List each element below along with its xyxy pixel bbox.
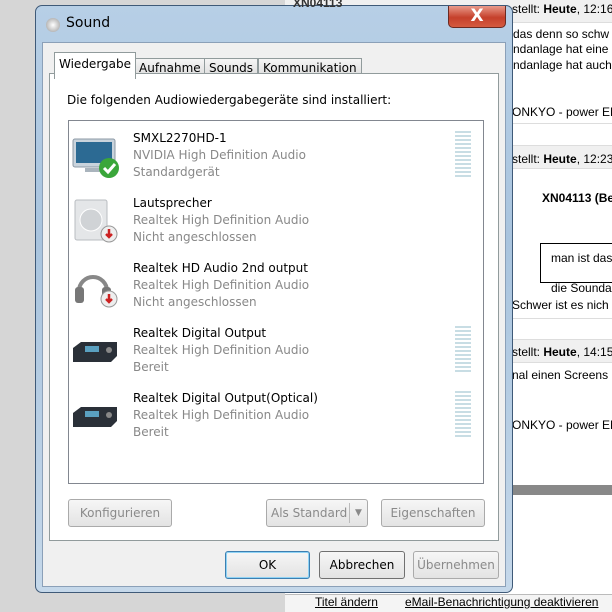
dialog-title: Sound — [66, 15, 111, 31]
device-driver: NVIDIA High Definition Audio — [133, 148, 306, 162]
post-text: ndanlage hat auch — [513, 58, 612, 72]
headphones-icon — [75, 275, 118, 308]
sound-icon — [46, 18, 60, 32]
post-signature: ONKYO - power EM — [512, 105, 612, 119]
volume-meter — [455, 326, 471, 374]
sound-dialog: Sound X Wiedergabe Aufnahme Sounds Kommu… — [35, 5, 513, 593]
volume-meter — [455, 131, 471, 179]
email-notification-link[interactable]: eMail-Benachrichtigung deaktivieren — [405, 595, 598, 609]
change-title-link[interactable]: Titel ändern — [315, 595, 378, 609]
cancel-button[interactable]: Abbrechen — [319, 551, 405, 579]
quote-text: man ist das — [551, 251, 612, 265]
device-item[interactable]: Realtek Digital Output Realtek High Defi… — [69, 316, 479, 381]
set-default-button[interactable]: Als Standard ▼ — [266, 499, 368, 527]
device-item[interactable]: Lautsprecher Realtek High Definition Aud… — [69, 186, 479, 251]
properties-button[interactable]: Eigenschaften — [381, 499, 485, 527]
device-name: Realtek HD Audio 2nd output — [133, 261, 308, 275]
monitor-icon — [72, 138, 119, 178]
quote-text: die Sounda — [551, 281, 612, 295]
device-driver: Realtek High Definition Audio — [133, 213, 310, 227]
device-item[interactable]: Realtek HD Audio 2nd output Realtek High… — [69, 251, 479, 316]
post-signature: ONKYO - power EM — [512, 418, 612, 432]
device-driver: Realtek High Definition Audio — [133, 278, 310, 292]
quote-box: man ist das die Sounda — [540, 243, 612, 295]
apply-button[interactable]: Übernehmen — [413, 551, 499, 579]
device-name: Lautsprecher — [133, 196, 212, 210]
intro-text: Die folgenden Audiowiedergabegeräte sind… — [67, 93, 392, 107]
post-text: ndanlage hat eine — [513, 42, 609, 56]
forum-footer: Titel ändern eMail-Benachrichtigung deak… — [285, 594, 612, 612]
device-item[interactable]: SMXL2270HD-1 NVIDIA High Definition Audi… — [69, 121, 479, 186]
receiver-icon — [73, 342, 117, 362]
quote-author[interactable]: XN04113 (Be — [542, 191, 612, 205]
receiver-icon — [73, 407, 117, 427]
device-driver: Realtek High Definition Audio — [133, 343, 310, 357]
speaker-icon — [74, 199, 118, 243]
device-status: Nicht angeschlossen — [133, 295, 257, 309]
post-meta: stellt: Heute, 12:23 — [512, 152, 612, 166]
tab-wiedergabe[interactable]: Wiedergabe — [54, 52, 137, 79]
device-status: Bereit — [133, 425, 169, 439]
device-status: Nicht angeschlossen — [133, 230, 257, 244]
ok-button[interactable]: OK — [225, 551, 310, 579]
device-name: Realtek Digital Output(Optical) — [133, 391, 318, 405]
playback-panel: Die folgenden Audiowiedergabegeräte sind… — [49, 73, 499, 541]
device-driver: Realtek High Definition Audio — [133, 408, 310, 422]
device-status: Bereit — [133, 360, 169, 374]
forum-username: XN04113 — [293, 0, 343, 10]
set-default-label: Als Standard — [271, 506, 348, 520]
post-text: Schwer ist es nich — [512, 298, 609, 312]
post-meta: stellt: Heute, 14:15 — [512, 345, 612, 359]
device-status: Standardgerät — [133, 165, 220, 179]
post-text: nal einen Screens — [512, 368, 609, 382]
volume-meter — [455, 391, 471, 439]
chevron-down-icon[interactable]: ▼ — [349, 503, 367, 523]
device-item[interactable]: Realtek Digital Output(Optical) Realtek … — [69, 381, 479, 446]
close-button[interactable]: X — [448, 6, 506, 28]
configure-button[interactable]: Konfigurieren — [68, 499, 172, 527]
device-name: SMXL2270HD-1 — [133, 131, 227, 145]
device-name: Realtek Digital Output — [133, 326, 267, 340]
post-text: das denn so schw — [513, 27, 610, 41]
post-meta: stellt: Heute, 12:16 — [512, 2, 612, 16]
device-list[interactable]: SMXL2270HD-1 NVIDIA High Definition Audi… — [68, 120, 484, 484]
